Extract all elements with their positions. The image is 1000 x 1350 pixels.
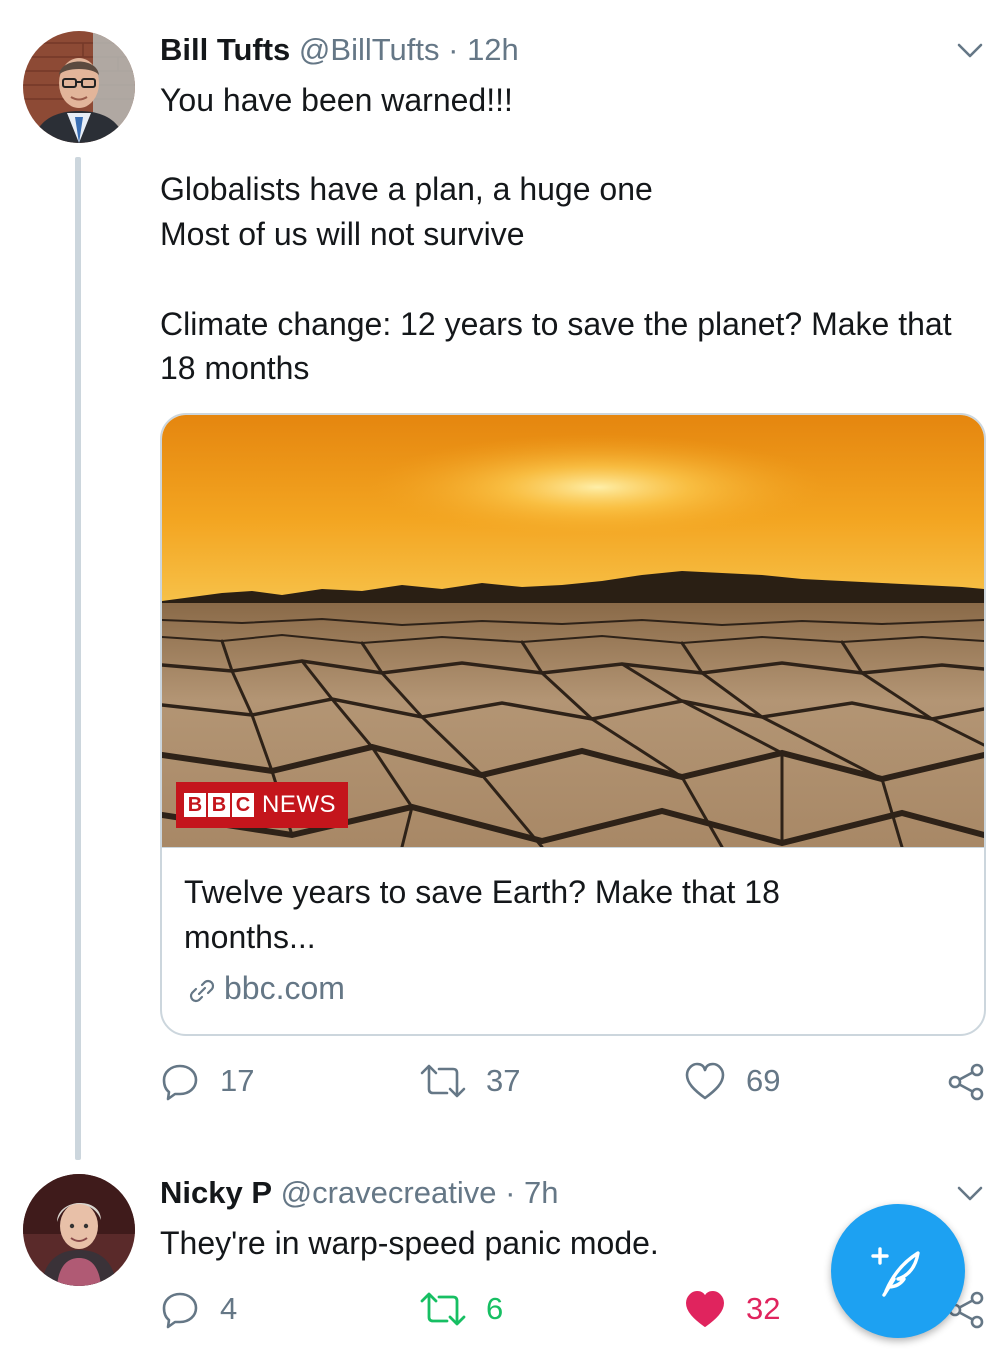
retweet-count: 37 — [486, 1063, 521, 1098]
retweet-button-active[interactable]: 6 — [420, 1287, 503, 1331]
author-handle[interactable]: @cravecreative — [281, 1175, 497, 1210]
avatar-bill-tufts[interactable] — [23, 31, 135, 143]
author-name[interactable]: Nicky P — [160, 1175, 272, 1210]
author-name[interactable]: Bill Tufts — [160, 32, 290, 67]
reply-icon — [162, 1292, 198, 1329]
like-button-active[interactable]: 32 — [684, 1287, 780, 1331]
compose-tweet-button[interactable] — [831, 1204, 965, 1338]
link-card[interactable]: B B C NEWS Twelve years to save Earth? M… — [160, 413, 986, 1036]
card-domain-text: bbc.com — [224, 970, 345, 1006]
like-button[interactable]: 69 — [684, 1059, 780, 1103]
avatar-nicky-p[interactable] — [23, 1174, 135, 1286]
separator: · — [448, 32, 459, 67]
separator: · — [505, 1175, 516, 1210]
card-image: B B C NEWS — [162, 415, 984, 848]
reply-icon — [162, 1064, 198, 1101]
tweet-header: Nicky P @cravecreative · 7h — [160, 1173, 559, 1213]
card-title: Twelve years to save Earth? Make that 18… — [184, 874, 780, 955]
like-count: 32 — [746, 1291, 781, 1326]
retweet-icon — [420, 1064, 466, 1098]
reply-count: 17 — [220, 1063, 255, 1098]
bbc-news-logo: B B C NEWS — [176, 782, 348, 828]
tweet-body-text: You have been warned!!! Globalists have … — [160, 82, 952, 387]
tweet-time[interactable]: 7h — [524, 1175, 558, 1210]
retweet-button[interactable]: 37 — [420, 1059, 520, 1103]
link-icon — [189, 979, 215, 1002]
retweet-icon — [420, 1292, 466, 1326]
reply-button[interactable]: 4 — [160, 1287, 237, 1331]
reply-count: 4 — [220, 1291, 238, 1326]
compose-tweet-icon — [871, 1247, 920, 1297]
like-count: 69 — [746, 1063, 781, 1098]
tweet-header: Bill Tufts @BillTufts · 12h — [160, 30, 519, 70]
chevron-down-icon[interactable] — [956, 41, 984, 61]
reply-button[interactable]: 17 — [160, 1059, 254, 1103]
share-icon[interactable] — [946, 1062, 986, 1102]
tweet-time[interactable]: 12h — [467, 32, 519, 67]
heart-icon — [686, 1291, 724, 1327]
heart-icon — [685, 1062, 725, 1100]
card-domain: bbc.com — [186, 968, 345, 1008]
author-handle[interactable]: @BillTufts — [299, 32, 440, 67]
chevron-down-icon[interactable] — [956, 1184, 984, 1204]
tweet-body-text: They're in warp-speed panic mode. — [160, 1225, 659, 1261]
retweet-count: 6 — [486, 1291, 504, 1326]
thread-connector-line — [75, 157, 81, 1160]
